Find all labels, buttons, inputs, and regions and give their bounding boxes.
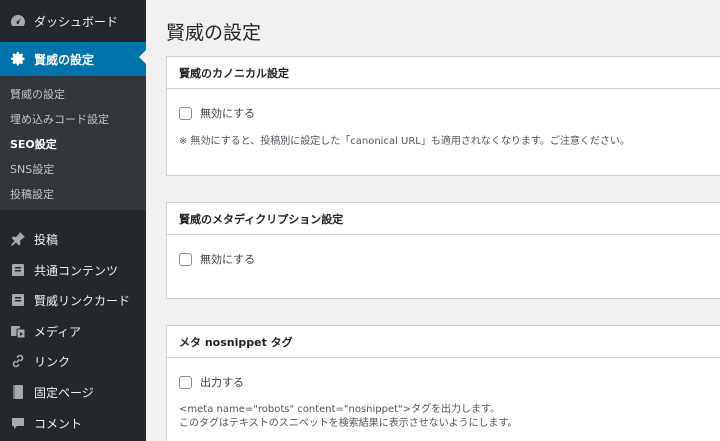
section-title: メタ nosnippet タグ [167,326,720,358]
disable-canonical-option[interactable]: 無効にする [179,105,255,121]
doc-icon [8,290,28,310]
sidebar-item-comments[interactable]: コメント [0,408,146,438]
link-icon [8,351,28,371]
sidebar-item-link-card[interactable]: 賢威リンクカード [0,285,146,315]
checkbox-label: 無効にする [200,253,256,266]
sidebar-item-label: 投稿 [34,232,59,247]
sidebar-item-media[interactable]: メディア [0,316,146,346]
canonical-note: ※ 無効にすると、投稿別に設定した「canonical URL」も適用されなくな… [179,136,630,147]
sidebar-item-common-content[interactable]: 共通コンテンツ [0,255,146,285]
sidebar-submenu: 賢威の設定 埋め込みコード設定 SEO設定 SNS設定 投稿設定 [0,76,146,210]
submenu-item-embed-code[interactable]: 埋め込みコード設定 [10,111,109,127]
sidebar-item-label: リンク [34,354,71,369]
sidebar-item-label: コメント [34,416,83,431]
disable-meta-description-option[interactable]: 無効にする [179,251,255,267]
pin-icon [8,229,28,249]
page-title: 賢威の設定 [166,22,262,44]
doc-icon [8,260,28,280]
sidebar-item-pages[interactable]: 固定ページ [0,377,146,407]
output-nosnippet-checkbox[interactable] [179,375,192,389]
section-title: 賢威のカノニカル設定 [167,57,720,89]
sidebar-item-label: ダッシュボード [34,14,119,29]
dashboard-icon [8,11,28,31]
sidebar-item-links[interactable]: リンク [0,346,146,376]
nosnippet-note-line-2: このタグはテキストのスニペットを検索結果に表示させないようにします。 [179,418,518,429]
sidebar-item-label: 共通コンテンツ [34,263,119,278]
settings-box-nosnippet: メタ nosnippet タグ 出力する <meta name="robots"… [166,325,720,441]
sidebar-item-label: 賢威の設定 [34,52,95,67]
sidebar-item-posts[interactable]: 投稿 [0,224,146,254]
gear-icon [8,49,28,69]
sidebar-item-kenji-settings[interactable]: 賢威の設定 [0,42,146,76]
page-icon [8,382,28,402]
output-nosnippet-option[interactable]: 出力する [179,374,244,390]
submenu-item-kenji-settings[interactable]: 賢威の設定 [10,86,65,102]
checkbox-label: 出力する [200,376,244,389]
disable-meta-description-checkbox[interactable] [179,252,192,266]
sidebar-item-label: 固定ページ [34,385,94,400]
sidebar-item-label: メディア [34,324,82,339]
settings-box-meta-description: 賢威のメタディクリプション設定 無効にする [166,202,720,299]
section-title: 賢威のメタディクリプション設定 [167,203,720,235]
submenu-item-seo[interactable]: SEO設定 [10,136,57,152]
comment-icon [8,413,28,433]
sidebar-item-label: 賢威リンクカード [34,293,131,308]
admin-sidebar: ダッシュボード 賢威の設定 賢威の設定 埋め込みコード設定 SEO設定 SNS設… [0,0,146,441]
media-icon [8,321,28,341]
submenu-item-sns[interactable]: SNS設定 [10,161,54,177]
submenu-item-post[interactable]: 投稿設定 [10,186,54,202]
settings-box-canonical: 賢威のカノニカル設定 無効にする ※ 無効にすると、投稿別に設定した「canon… [166,56,720,176]
disable-canonical-checkbox[interactable] [179,106,192,120]
checkbox-label: 無効にする [200,107,256,120]
sidebar-item-dashboard[interactable]: ダッシュボード [0,6,146,36]
nosnippet-note-line-1: <meta name="robots" content="nosnippet">… [179,404,501,415]
